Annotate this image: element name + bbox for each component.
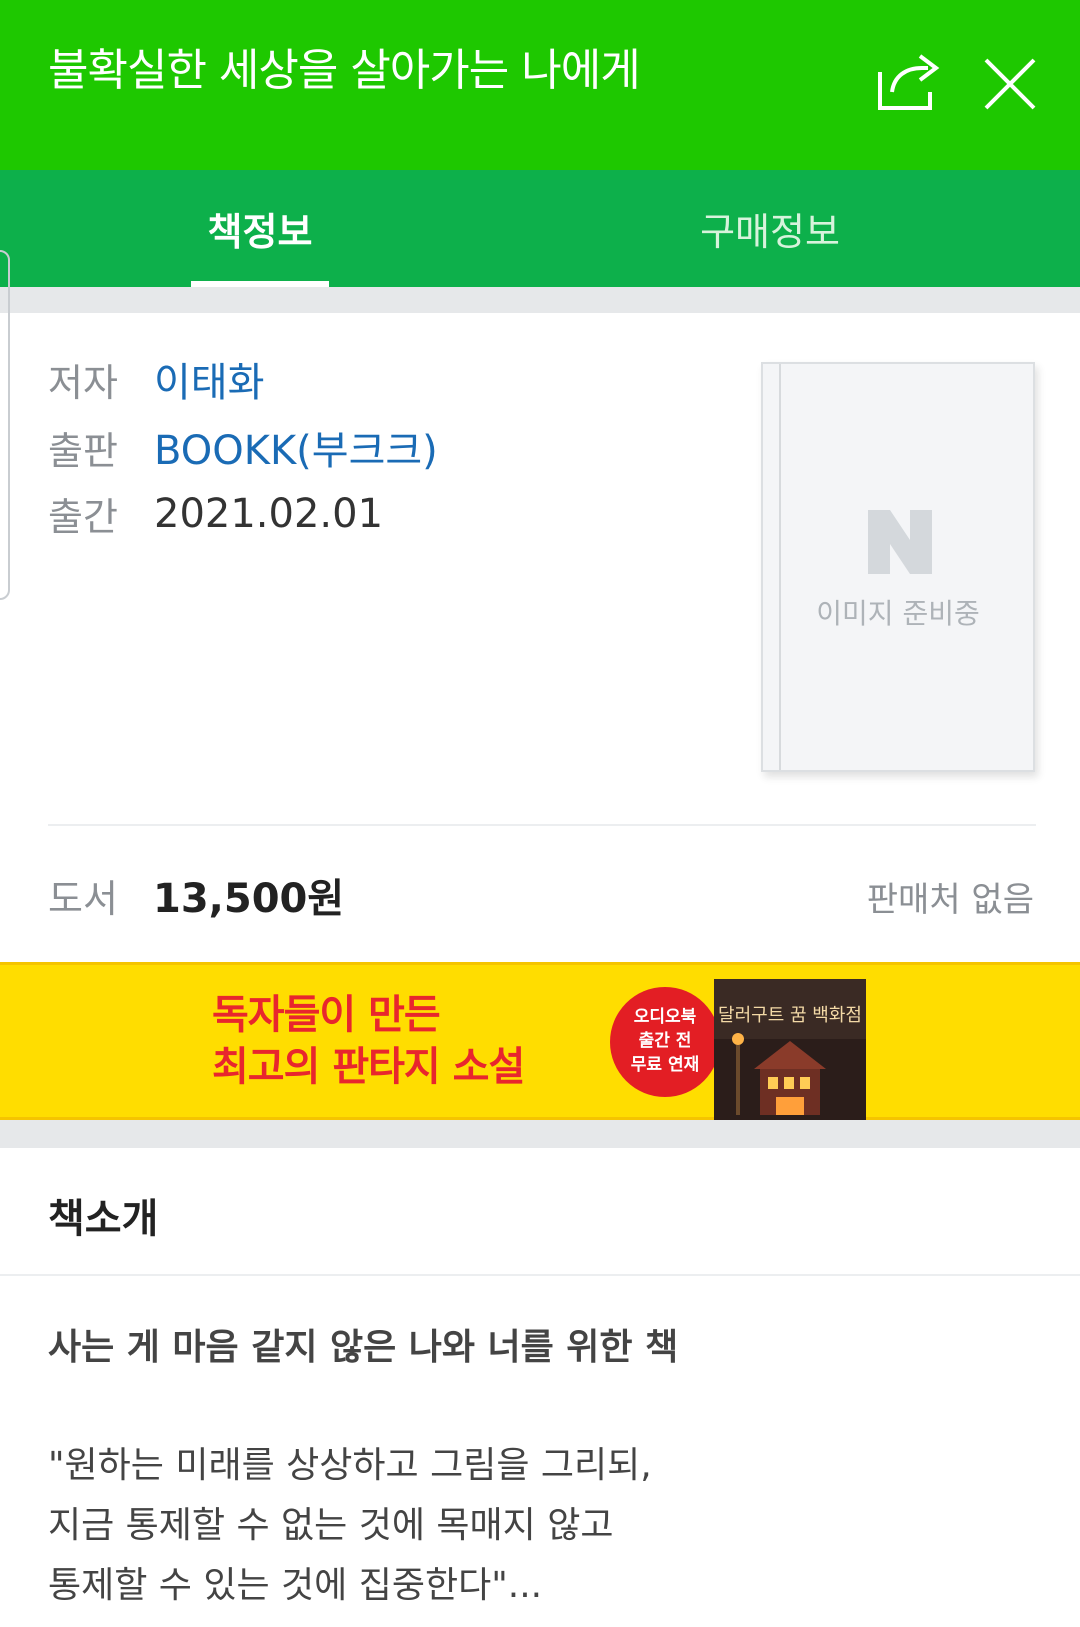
close-button[interactable] [982,56,1038,112]
banner-line-1: 독자들이 만든 [212,992,441,1038]
divider [48,824,1036,826]
author-link[interactable]: 이태화 [154,350,264,408]
page-title: 불확실한 세상을 살아가는 나에게 [48,45,641,96]
section-separator [0,287,1080,313]
publisher-row: 출판 BOOKK(부크크) [48,418,438,476]
tab-purchase-info[interactable]: 구매정보 [650,170,890,287]
date-row: 출간 2021.02.01 [48,486,383,541]
banner-headline: 독자들이 만든 최고의 판타지 소설 [212,989,525,1093]
publish-date: 2021.02.01 [154,490,384,537]
intro-body[interactable]: "원하는 미래를 상상하고 그림을 그리되, 지금 통제할 수 없는 것에 목매… [48,1436,652,1616]
section-separator-2 [0,1120,1080,1148]
app-header: 불확실한 세상을 살아가는 나에게 [0,0,1080,170]
cover-spine [779,364,781,770]
banner-badge: 오디오북 출간 전 무료 연재 [610,987,720,1097]
price-label: 도서 [48,877,118,921]
cover-placeholder-text: 이미지 준비중 [816,597,980,630]
share-icon [878,54,940,110]
close-icon [984,58,1036,110]
banner-book-title: 달러구트 꿈 백화점 [718,1005,862,1026]
intro-line-1: "원하는 미래를 상상하고 그림을 그리되, [48,1445,652,1486]
banner-line-2: 최고의 판타지 소설 [212,1044,525,1090]
tab-bar: 책정보 구매정보 [0,170,1080,287]
banner-book-cover: 달러구트 꿈 백화점 [714,979,866,1120]
naver-logo-icon [868,510,932,574]
publisher-link[interactable]: BOOKK(부크크) [154,418,438,476]
publisher-label: 출판 [48,428,118,473]
price-value: 13,500원 [153,876,345,922]
seller-status: 판매처 없음 [866,880,1034,920]
badge-line-3: 무료 연재 [630,1055,700,1075]
intro-heading: 사는 게 마음 같지 않은 나와 너를 위한 책 [48,1327,679,1368]
date-label: 출간 [48,495,118,539]
tab-book-info[interactable]: 책정보 [150,170,370,287]
section-title-intro: 책소개 [48,1196,159,1242]
badge-line-1: 오디오북 [633,1007,697,1027]
share-button[interactable] [876,52,942,112]
promo-banner[interactable]: 독자들이 만든 최고의 판타지 소설 오디오북 출간 전 무료 연재 달러구트 … [0,962,1080,1120]
author-label: 저자 [48,360,118,405]
badge-line-2: 출간 전 [638,1031,692,1051]
divider-2 [0,1274,1080,1276]
drawer-handle[interactable] [0,250,10,600]
intro-line-3: 통제할 수 있는 것에 집중한다"... [48,1565,543,1606]
intro-line-2: 지금 통제할 수 없는 것에 목매지 않고 [48,1505,614,1546]
book-cover[interactable]: 이미지 준비중 [761,362,1035,772]
author-row: 저자 이태화 [48,350,264,408]
